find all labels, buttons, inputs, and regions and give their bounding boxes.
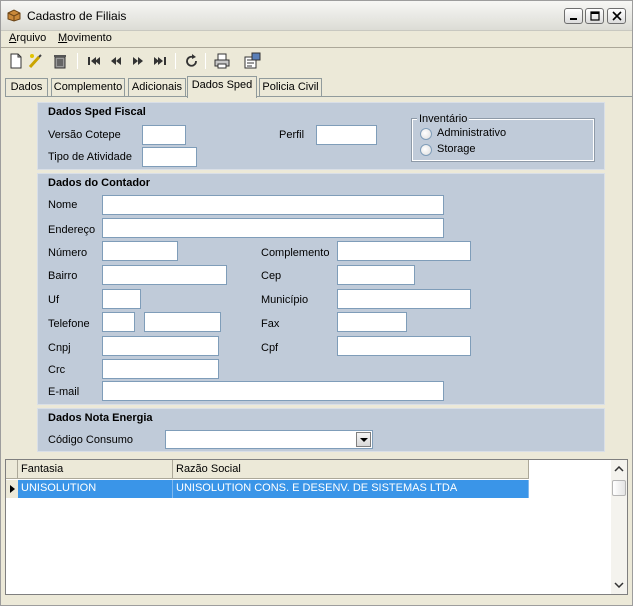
cnpj-label: Cnpj — [48, 342, 71, 354]
bairro-label: Bairro — [48, 270, 78, 282]
vertical-scrollbar[interactable] — [611, 460, 627, 594]
uf-field[interactable] — [102, 289, 141, 309]
table-row[interactable]: UNISOLUTION UNISOLUTION CONS. E DESENV. … — [6, 480, 529, 498]
scroll-down-icon[interactable] — [614, 582, 624, 588]
inventario-group: Inventário Administrativo Storage — [411, 113, 595, 162]
storage-label: Storage — [437, 143, 476, 155]
toolbar-divider — [77, 53, 78, 69]
email-field[interactable] — [102, 381, 444, 401]
perfil-field[interactable] — [316, 125, 377, 145]
scrollbar-thumb[interactable] — [612, 480, 626, 496]
cell-fantasia[interactable]: UNISOLUTION — [18, 480, 173, 498]
prev-record-icon[interactable] — [107, 52, 125, 70]
cnpj-field[interactable] — [102, 336, 219, 356]
next-record-icon[interactable] — [129, 52, 147, 70]
first-record-icon[interactable] — [85, 52, 103, 70]
cell-razao-social[interactable]: UNISOLUTION CONS. E DESENV. DE SISTEMAS … — [173, 480, 529, 498]
col-fantasia[interactable]: Fantasia — [18, 460, 173, 479]
telefone-label: Telefone — [48, 318, 90, 330]
contador-title: Dados do Contador — [48, 177, 151, 189]
numero-label: Número — [48, 247, 88, 259]
tab-dados-sped[interactable]: Dados Sped — [187, 76, 257, 98]
properties-icon[interactable] — [243, 52, 261, 70]
edit-icon[interactable] — [27, 52, 45, 70]
complemento-field[interactable] — [337, 241, 471, 261]
crc-label: Crc — [48, 364, 66, 376]
dropdown-arrow-icon[interactable] — [356, 432, 371, 447]
sped-fiscal-title: Dados Sped Fiscal — [48, 106, 146, 118]
numero-field[interactable] — [102, 241, 178, 261]
codigo-consumo-select[interactable] — [165, 430, 373, 449]
menu-bar: Arquivo Movimento — [1, 30, 632, 48]
print-icon[interactable] — [213, 52, 231, 70]
toolbar-divider — [175, 53, 176, 69]
cpf-field[interactable] — [337, 336, 471, 356]
cep-label: Cep — [261, 270, 282, 282]
maximize-button[interactable] — [585, 8, 604, 24]
versao-cotepe-field[interactable] — [142, 125, 186, 145]
last-record-icon[interactable] — [151, 52, 169, 70]
title-bar[interactable]: Cadastro de Filiais — [1, 1, 632, 31]
contador-panel: Dados do Contador Nome Endereço Número C… — [37, 173, 605, 405]
grid-corner — [6, 460, 18, 479]
tab-policia-civil[interactable]: Policia Civil — [259, 78, 322, 97]
fax-label: Fax — [261, 318, 280, 330]
toolbar — [1, 49, 632, 73]
telefone-field[interactable] — [144, 312, 221, 332]
municipio-label: Município — [261, 294, 309, 306]
nota-energia-panel: Dados Nota Energia Código Consumo — [37, 408, 605, 452]
endereco-field[interactable] — [102, 218, 444, 238]
close-button[interactable] — [607, 8, 626, 24]
refresh-icon[interactable] — [183, 52, 201, 70]
col-razao-social[interactable]: Razão Social — [173, 460, 529, 479]
perfil-label: Perfil — [279, 129, 305, 141]
cpf-label: Cpf — [261, 342, 279, 354]
delete-icon[interactable] — [51, 52, 69, 70]
sped-fiscal-panel: Dados Sped Fiscal Versão Cotepe Perfil T… — [37, 102, 605, 170]
complemento-label: Complemento — [261, 247, 330, 259]
cep-field[interactable] — [337, 265, 415, 285]
storage-radio[interactable] — [420, 144, 432, 156]
menu-divider — [1, 47, 632, 48]
filiais-grid: Fantasia Razão Social UNISOLUTION UNISOL… — [5, 459, 628, 595]
email-label: E-mail — [48, 386, 80, 398]
nome-label: Nome — [48, 199, 78, 211]
current-row-arrow-icon — [10, 485, 15, 493]
grid-header: Fantasia Razão Social — [6, 460, 529, 479]
administrativo-label: Administrativo — [437, 127, 507, 139]
app-box-icon — [7, 9, 21, 22]
nota-energia-title: Dados Nota Energia — [48, 412, 153, 424]
tipo-atividade-field[interactable] — [142, 147, 197, 167]
endereco-label: Endereço — [48, 224, 96, 236]
telefone-ddd-field[interactable] — [102, 312, 135, 332]
tab-dados[interactable]: Dados — [5, 78, 48, 97]
fax-field[interactable] — [337, 312, 407, 332]
scroll-up-icon[interactable] — [614, 466, 624, 472]
bairro-field[interactable] — [102, 265, 227, 285]
main-window: Cadastro de Filiais Arquivo Movimento Da… — [0, 0, 633, 606]
tab-panel-border — [5, 96, 632, 97]
nome-field[interactable] — [102, 195, 444, 215]
inventario-legend: Inventário — [417, 113, 470, 125]
minimize-button[interactable] — [564, 8, 583, 24]
codigo-consumo-label: Código Consumo — [48, 434, 133, 446]
tab-complemento[interactable]: Complemento — [51, 78, 125, 97]
menu-movimento[interactable]: Movimento — [58, 32, 112, 44]
crc-field[interactable] — [102, 359, 219, 379]
menu-arquivo[interactable]: Arquivo — [9, 32, 46, 44]
municipio-field[interactable] — [337, 289, 471, 309]
toolbar-divider — [205, 53, 206, 69]
versao-cotepe-label: Versão Cotepe — [48, 129, 121, 141]
uf-label: Uf — [48, 294, 59, 306]
tab-adicionais[interactable]: Adicionais — [128, 78, 186, 97]
administrativo-radio[interactable] — [420, 128, 432, 140]
new-icon[interactable] — [7, 52, 25, 70]
tipo-atividade-label: Tipo de Atividade — [48, 151, 132, 163]
window-title: Cadastro de Filiais — [27, 9, 127, 23]
